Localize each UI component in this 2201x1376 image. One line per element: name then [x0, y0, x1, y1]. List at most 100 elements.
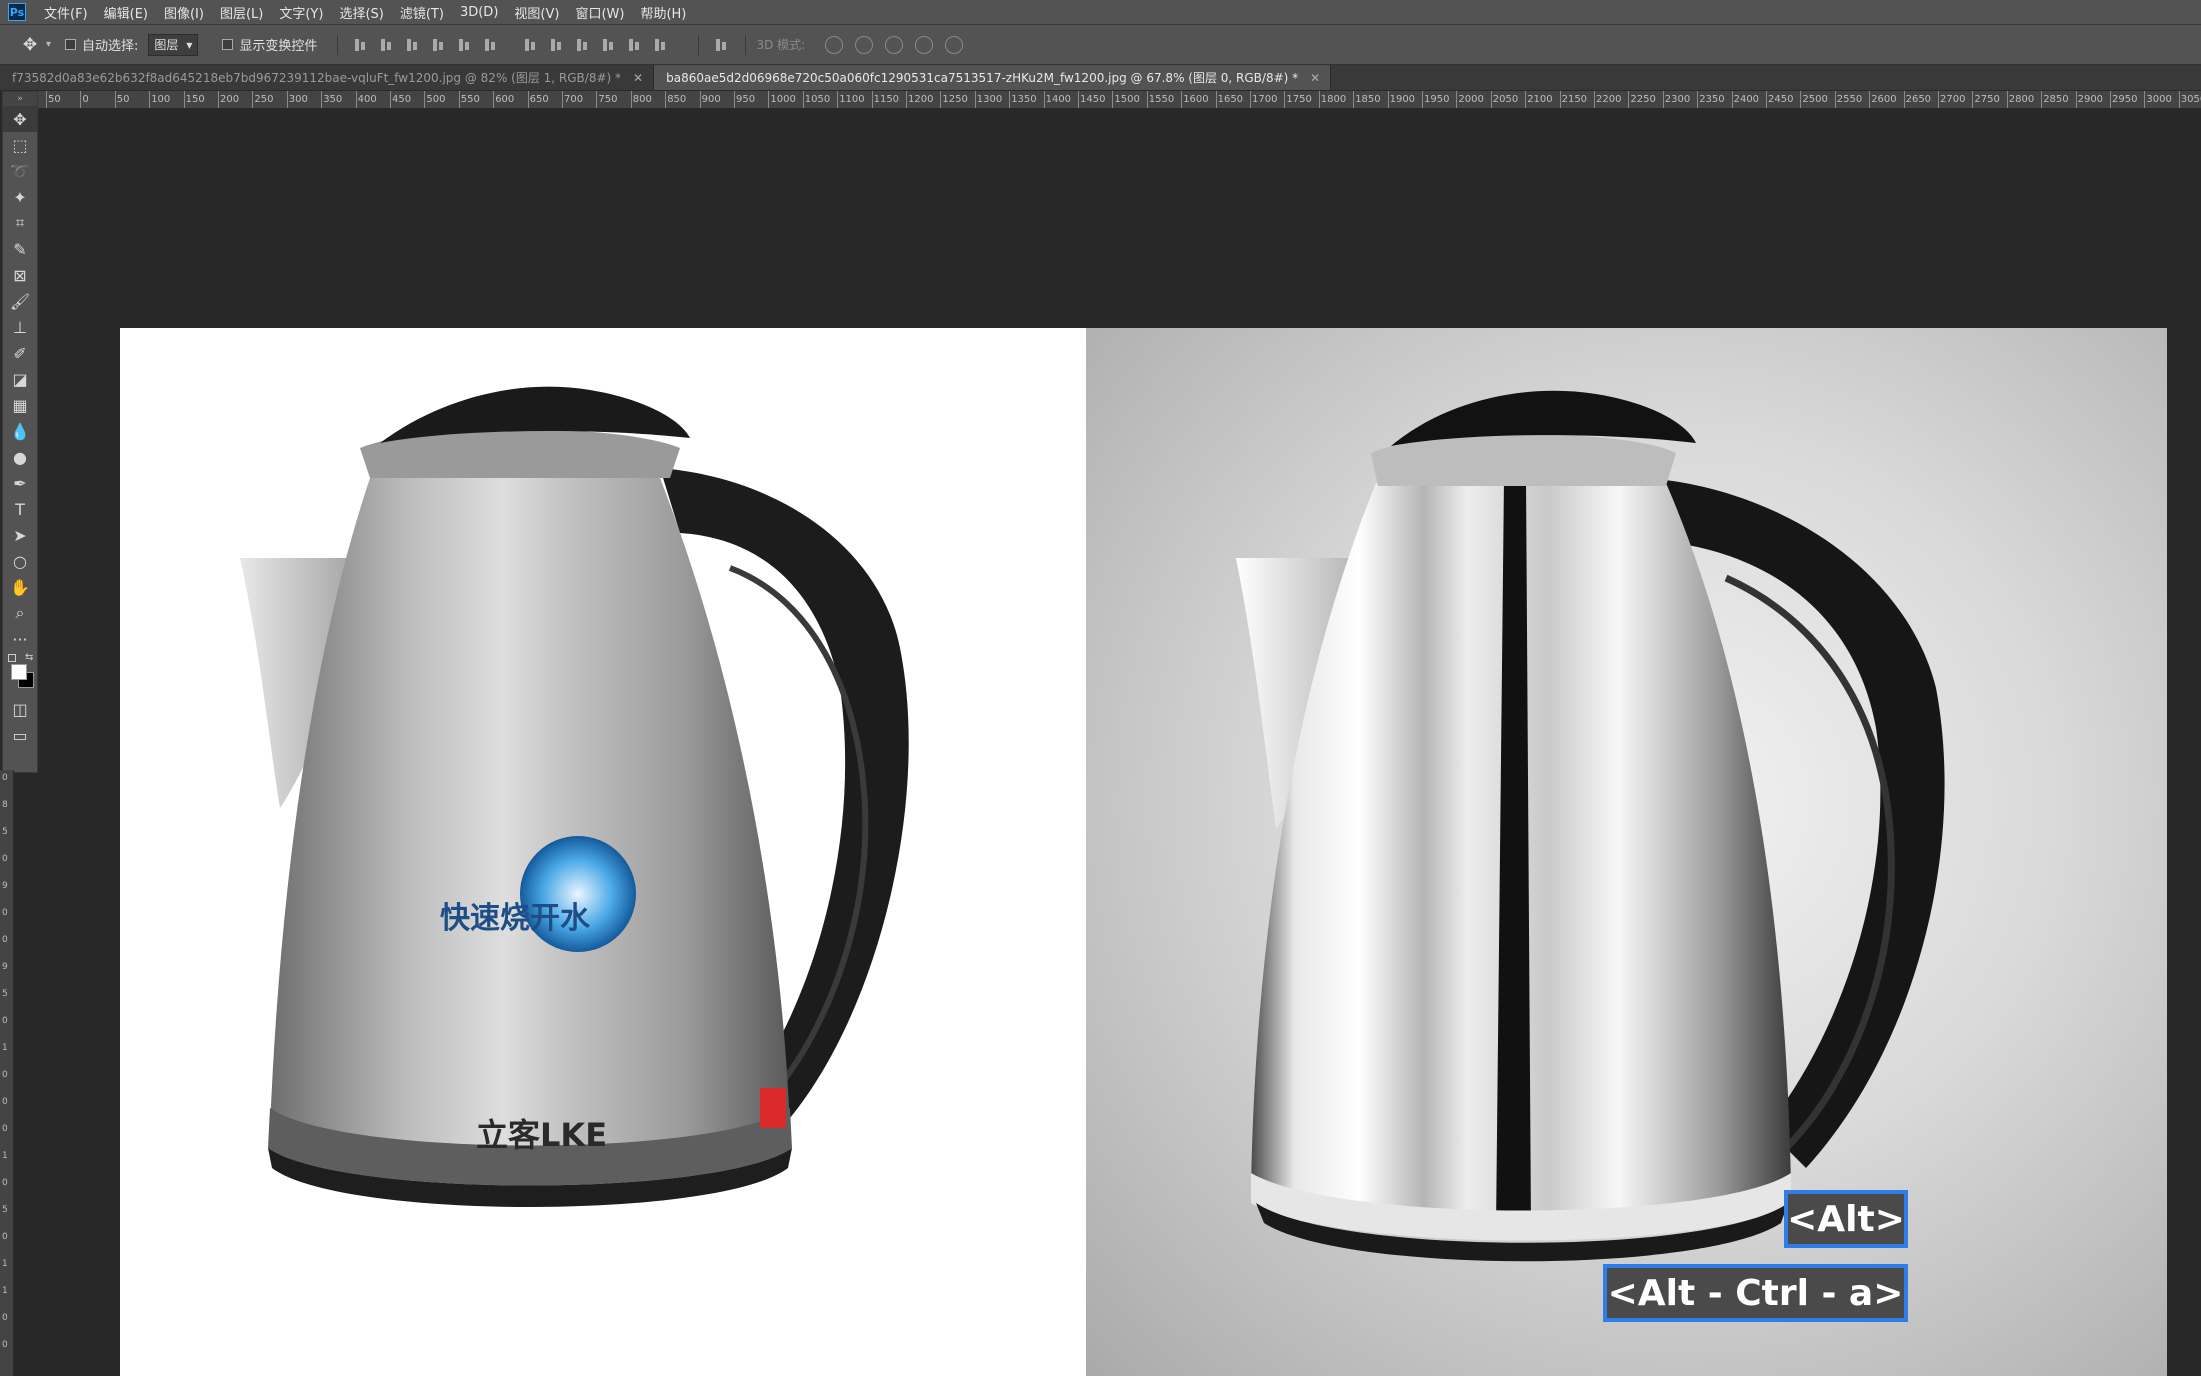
kettle-badge-text: 快速烧开水 [440, 901, 591, 936]
ruler-tick-label: 1350 [1009, 91, 1037, 108]
ruler-tick-label: 300 [286, 91, 308, 108]
canvas-original-photo[interactable]: 快速烧开水 立客LKE [120, 328, 1086, 1376]
ruler-tick-label: 0 [2, 1232, 8, 1242]
lasso-tool-icon[interactable]: ➰ [3, 158, 37, 184]
close-icon[interactable]: ✕ [1310, 71, 1320, 85]
ruler-tick-label: 2200 [1593, 91, 1622, 108]
zoom-tool-icon[interactable]: ⌕ [3, 600, 37, 626]
ruler-tick-label: 500 [424, 91, 446, 108]
menu-bar: Ps 文件(F) 编辑(E) 图像(I) 图层(L) 文字(Y) 选择(S) 滤… [0, 0, 2201, 25]
align-vcenter-icon[interactable] [379, 37, 395, 53]
menu-image[interactable]: 图像(I) [164, 3, 204, 22]
auto-align-icon[interactable] [714, 37, 730, 53]
photoshop-logo-icon: Ps [8, 3, 26, 21]
menu-layer[interactable]: 图层(L) [220, 3, 263, 22]
ruler-tick-label: 0 [2, 908, 8, 918]
chevron-down-icon: ▾ [186, 37, 193, 52]
crop-tool-icon[interactable]: ⌗ [3, 210, 37, 236]
document-tab-label: ba860ae5d2d06968e720c50a060fc1290531ca75… [666, 71, 1299, 85]
default-colors-icon[interactable] [8, 654, 16, 662]
ellipse-tool-icon[interactable]: ○ [3, 548, 37, 574]
close-icon[interactable]: ✕ [633, 71, 643, 85]
stamp-tool-icon[interactable]: ⊥ [3, 314, 37, 340]
align-left-icon[interactable] [431, 37, 447, 53]
magic-wand-tool-icon[interactable]: ✦ [3, 184, 37, 210]
path-select-tool-icon[interactable]: ➤ [3, 522, 37, 548]
menu-edit[interactable]: 编辑(E) [104, 3, 148, 22]
ruler-tick-label: 2700 [1937, 91, 1966, 108]
brush-tool-icon[interactable]: 🖌 [3, 288, 37, 314]
menu-type[interactable]: 文字(Y) [279, 3, 323, 22]
menu-select[interactable]: 选择(S) [339, 3, 383, 22]
document-tab-2[interactable]: ba860ae5d2d06968e720c50a060fc1290531ca75… [654, 65, 1332, 90]
distribute-top-icon[interactable] [523, 37, 539, 53]
menu-view[interactable]: 视图(V) [514, 3, 559, 22]
distribute-hcenter-icon[interactable] [627, 37, 643, 53]
marquee-tool-icon[interactable]: ⬚ [3, 132, 37, 158]
type-tool-icon[interactable]: T [3, 496, 37, 522]
align-top-icon[interactable] [353, 37, 369, 53]
checkbox-box[interactable] [222, 39, 234, 50]
show-transform-checkbox[interactable]: 显示变换控件 [222, 35, 317, 54]
chevron-down-icon[interactable]: ▾ [46, 39, 51, 50]
3d-orbit-icon[interactable] [825, 35, 844, 54]
ruler-tick-label: 450 [389, 91, 412, 108]
hand-tool-icon[interactable]: ✋ [3, 574, 37, 600]
ruler-tick-label: 2100 [1525, 91, 1553, 108]
horizontal-ruler[interactable]: 50 0 50 100 150 200 250 300 350 400 450 500 550 600 65… [38, 91, 2201, 109]
gradient-tool-icon[interactable]: ▦ [3, 392, 37, 418]
menu-file[interactable]: 文件(F) [44, 3, 88, 22]
menu-window[interactable]: 窗口(W) [575, 3, 624, 22]
keystroke-overlay-alt: <Alt> [1784, 1190, 1908, 1248]
ruler-tick-label: 9 [2, 962, 8, 972]
quick-mask-icon[interactable]: ◫ [3, 696, 37, 722]
distribute-left-icon[interactable] [601, 37, 617, 53]
separator [745, 34, 747, 55]
vertical-ruler[interactable]: 0850900950100010501100 [0, 770, 14, 1376]
menu-3d[interactable]: 3D(D) [460, 5, 498, 20]
ruler-tick-label: 100 [149, 91, 171, 108]
ruler-tick-label: 0 [80, 91, 89, 108]
blur-tool-icon[interactable]: 💧 [3, 418, 37, 444]
kettle-brand-logo: 立客LKE [476, 1116, 607, 1154]
checkbox-box[interactable] [65, 39, 77, 50]
3d-roll-icon[interactable] [855, 35, 874, 54]
ruler-tick-label: 2150 [1559, 91, 1588, 108]
history-brush-tool-icon[interactable]: ✐ [3, 340, 37, 366]
dodge-tool-icon[interactable]: ● [3, 444, 37, 470]
ruler-tick-label: 0 [2, 1340, 8, 1350]
foreground-color-swatch[interactable] [11, 664, 27, 680]
auto-select-checkbox[interactable]: 自动选择: [65, 35, 138, 54]
menu-help[interactable]: 帮助(H) [640, 3, 686, 22]
auto-select-target-value: 图层 [154, 38, 179, 52]
swap-colors-icon[interactable]: ⇆ [25, 652, 33, 663]
frame-tool-icon[interactable]: ⊠ [3, 262, 37, 288]
align-hcenter-icon[interactable] [457, 37, 473, 53]
menu-filter[interactable]: 滤镜(T) [400, 3, 444, 22]
auto-select-target-dropdown[interactable]: 图层 ▾ [148, 33, 199, 56]
eyedropper-tool-icon[interactable]: ✎ [3, 236, 37, 262]
move-tool-preset-icon[interactable]: ✥ [14, 32, 46, 58]
distribute-bottom-icon[interactable] [575, 37, 591, 53]
align-bottom-icon[interactable] [405, 37, 421, 53]
align-right-icon[interactable] [483, 37, 499, 53]
canvas-retouched-render[interactable] [1086, 328, 2167, 1376]
ruler-tick-label: 5 [2, 989, 8, 999]
distribute-right-icon[interactable] [653, 37, 669, 53]
ruler-tick-label: 5 [2, 1205, 8, 1215]
pen-tool-icon[interactable]: ✒ [3, 470, 37, 496]
screen-mode-icon[interactable]: ▭ [3, 722, 37, 748]
document-tab-1[interactable]: f73582d0a83e62b632f8ad645218eb7bd9672391… [0, 65, 655, 90]
canvas-workspace[interactable]: 快速烧开水 立客LKE [38, 109, 2201, 1376]
move-tool-icon[interactable]: ✥ [3, 106, 37, 132]
more-tools-icon[interactable]: ··· [3, 626, 37, 652]
3d-slide-icon[interactable] [915, 35, 934, 54]
tools-panel: » ✥ ⬚ ➰ ✦ ⌗ ✎ ⊠ 🖌 ⊥ ✐ ◪ ▦ 💧 ● ✒ T ➤ ○ ✋ … [2, 91, 38, 773]
document-tabs: f73582d0a83e62b632f8ad645218eb7bd9672391… [0, 65, 2201, 91]
eraser-tool-icon[interactable]: ◪ [3, 366, 37, 392]
3d-pan-icon[interactable] [885, 35, 904, 54]
collapse-panel-icon[interactable]: » [3, 92, 37, 106]
3d-scale-icon[interactable] [945, 35, 964, 54]
distribute-vcenter-icon[interactable] [549, 37, 565, 53]
ruler-tick-label: 0 [2, 1070, 8, 1080]
